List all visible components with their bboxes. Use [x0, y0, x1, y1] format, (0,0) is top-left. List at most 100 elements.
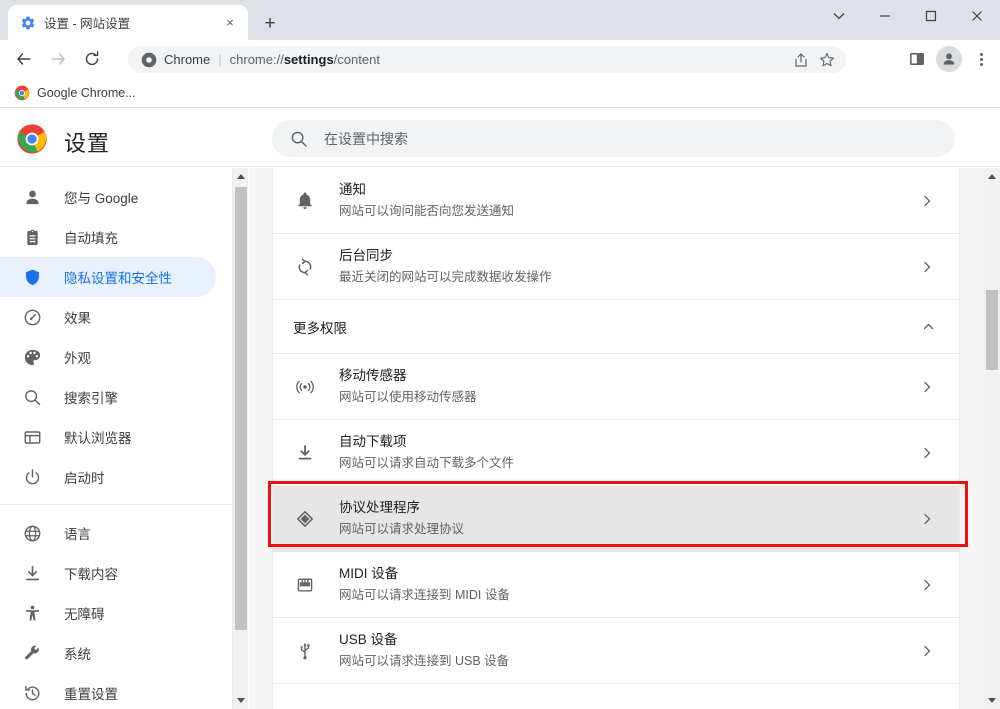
sidebar-item-downloads[interactable]: 下载内容: [0, 553, 216, 593]
row-text: 通知 网站可以询问能否向您发送通知: [339, 180, 919, 221]
sidebar-item-label: 自动填充: [64, 231, 118, 246]
chrome-logo-icon: [141, 52, 157, 68]
address-bar[interactable]: Chrome | chrome://settings/content: [128, 46, 846, 73]
section-header-more-permissions[interactable]: 更多权限: [273, 300, 959, 354]
sidebar-item-performance[interactable]: 效果: [0, 297, 216, 337]
url-bold-part: settings: [283, 52, 334, 67]
avatar[interactable]: [936, 46, 962, 72]
minimize-button[interactable]: [862, 0, 908, 32]
omnibox-url: chrome://settings/content: [230, 52, 380, 67]
three-dot-menu-icon[interactable]: [966, 45, 996, 73]
search-input[interactable]: 在设置中搜索: [272, 120, 955, 157]
bookmark-item[interactable]: Google Chrome...: [6, 82, 144, 104]
row-text: 自动下载项 网站可以请求自动下载多个文件: [339, 432, 919, 473]
back-button[interactable]: [10, 45, 38, 73]
row-title: MIDI 设备: [339, 566, 399, 581]
forward-button[interactable]: [44, 45, 72, 73]
setting-row-background-sync[interactable]: 后台同步 最近关闭的网站可以完成数据收发操作: [273, 234, 959, 300]
sidebar-item-accessibility[interactable]: 无障碍: [0, 593, 216, 633]
sidebar-item-default-browser[interactable]: 默认浏览器: [0, 417, 216, 457]
scroll-up-button[interactable]: [233, 168, 249, 185]
bookmark-label: Google Chrome...: [37, 85, 136, 100]
chevron-right-icon: [919, 645, 935, 657]
clipboard-icon: [22, 227, 42, 247]
tab-search-button[interactable]: [816, 0, 862, 32]
tab-title: 设置 - 网站设置: [44, 17, 131, 31]
history-restore-icon: [22, 683, 42, 703]
motion-sensor-icon: [293, 375, 317, 399]
download-icon: [22, 563, 42, 583]
maximize-button[interactable]: [908, 0, 954, 32]
close-button[interactable]: [954, 0, 1000, 32]
protocol-handler-icon: [293, 507, 317, 531]
row-title: 后台同步: [339, 248, 393, 263]
tab-close-button[interactable]: ×: [220, 13, 240, 33]
usb-icon: [293, 639, 317, 663]
sidebar-item-autofill[interactable]: 自动填充: [0, 217, 216, 257]
chrome-logo-icon: [14, 85, 30, 101]
bell-icon: [293, 189, 317, 213]
share-icon[interactable]: [788, 49, 814, 71]
sidebar-item-you-and-google[interactable]: 您与 Google: [0, 177, 216, 217]
person-icon: [22, 187, 42, 207]
bookmarks-bar: Google Chrome...: [0, 78, 1000, 108]
row-subtitle: 网站可以询问能否向您发送通知: [339, 204, 515, 218]
sidebar-item-privacy-and-security[interactable]: 隐私设置和安全性: [0, 257, 216, 297]
chevron-right-icon: [919, 579, 935, 591]
toolbar-right-actions: [902, 45, 996, 73]
omnibox-separator: |: [218, 52, 222, 67]
sidebar-scrollbar[interactable]: [232, 168, 248, 709]
scroll-down-button[interactable]: [233, 692, 249, 709]
content-scrollbar[interactable]: [984, 168, 1000, 709]
setting-row-serial-ports[interactable]: 串行端口: [273, 684, 959, 709]
setting-row-automatic-downloads[interactable]: 自动下载项 网站可以请求自动下载多个文件: [273, 420, 959, 486]
window-controls: [816, 0, 1000, 32]
scroll-down-button[interactable]: [984, 692, 1000, 709]
sidebar-item-search-engine[interactable]: 搜索引擎: [0, 377, 216, 417]
row-text: 后台同步 最近关闭的网站可以完成数据收发操作: [339, 246, 919, 287]
setting-row-motion-sensors[interactable]: 移动传感器 网站可以使用移动传感器: [273, 354, 959, 420]
reload-button[interactable]: [78, 45, 106, 73]
row-text: 移动传感器 网站可以使用移动传感器: [339, 366, 919, 407]
sidebar-item-label: 外观: [64, 351, 91, 366]
chevron-right-icon: [919, 261, 935, 273]
row-title: 移动传感器: [339, 368, 407, 383]
menu-dots: [979, 52, 983, 66]
page-title: 设置: [64, 131, 111, 156]
chevron-right-icon: [919, 513, 935, 525]
sidebar-item-label: 无障碍: [64, 607, 105, 622]
power-icon: [22, 467, 42, 487]
scroll-up-button[interactable]: [984, 168, 1000, 185]
scrollbar-thumb[interactable]: [235, 187, 247, 630]
sidebar-item-label: 系统: [64, 647, 91, 662]
setting-row-usb-devices[interactable]: USB 设备 网站可以请求连接到 USB 设备: [273, 618, 959, 684]
sidebar-item-label: 语言: [64, 527, 91, 542]
scrollbar-thumb[interactable]: [986, 290, 998, 370]
wrench-icon: [22, 643, 42, 663]
sidebar-item-label: 重置设置: [64, 687, 118, 702]
bookmark-star-icon[interactable]: [814, 49, 840, 71]
sidebar-item-appearance[interactable]: 外观: [0, 337, 216, 377]
new-tab-button[interactable]: +: [256, 9, 284, 37]
setting-row-protocol-handlers[interactable]: 协议处理程序 网站可以请求处理协议: [273, 486, 959, 552]
sidebar-item-on-startup[interactable]: 启动时: [0, 457, 216, 497]
setting-row-notifications[interactable]: 通知 网站可以询问能否向您发送通知: [273, 168, 959, 234]
url-suffix: /content: [333, 52, 380, 67]
sidebar-item-system[interactable]: 系统: [0, 633, 216, 673]
row-title: 协议处理程序: [339, 500, 420, 515]
download-icon: [293, 441, 317, 465]
browser-toolbar: Chrome | chrome://settings/content: [0, 40, 1000, 78]
search-icon: [22, 387, 42, 407]
setting-row-midi-devices[interactable]: MIDI 设备 网站可以请求连接到 MIDI 设备: [273, 552, 959, 618]
sidebar-item-label: 默认浏览器: [64, 431, 132, 446]
chevron-up-icon[interactable]: [922, 320, 935, 333]
browser-tab[interactable]: 设置 - 网站设置 ×: [8, 5, 248, 40]
row-subtitle: 网站可以请求连接到 MIDI 设备: [339, 588, 510, 602]
sidebar-item-languages[interactable]: 语言: [0, 513, 216, 553]
chevron-right-icon: [919, 195, 935, 207]
sidebar-item-reset-settings[interactable]: 重置设置: [0, 673, 216, 709]
chrome-logo-icon: [16, 123, 48, 155]
row-text: USB 设备 网站可以请求连接到 USB 设备: [339, 630, 919, 671]
search-icon: [290, 130, 308, 148]
side-panel-icon[interactable]: [902, 45, 932, 73]
